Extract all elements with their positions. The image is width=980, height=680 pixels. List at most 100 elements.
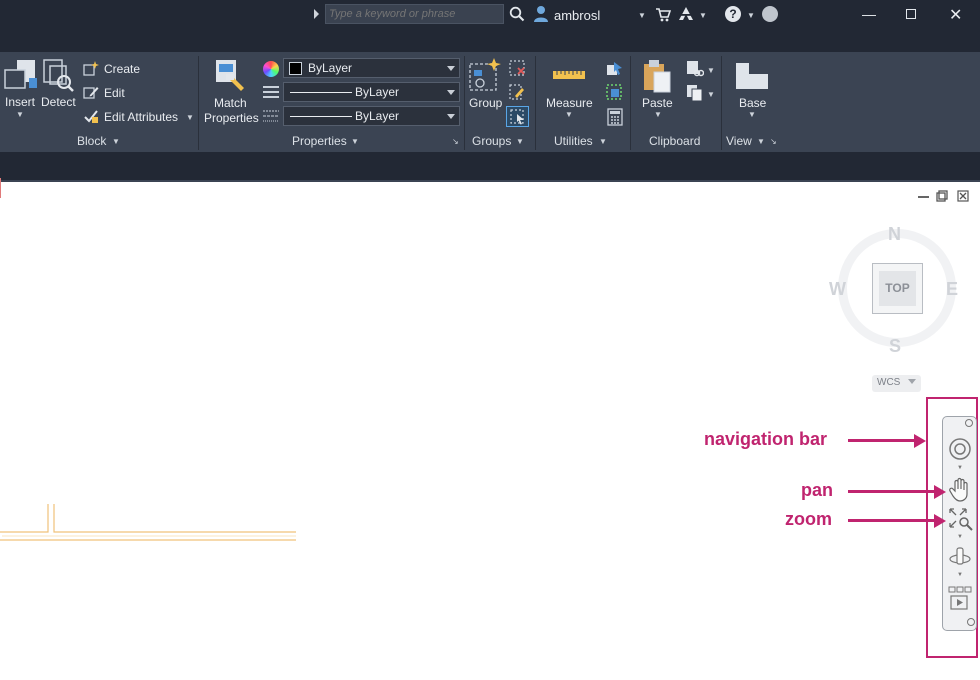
orbit-icon[interactable] [948, 545, 972, 569]
base-view-icon[interactable] [735, 62, 769, 90]
properties-panel-expand-icon[interactable]: ▼ [351, 137, 359, 146]
group-edit-icon[interactable] [509, 84, 525, 100]
linetype-select[interactable]: ByLayer [283, 82, 460, 102]
create-block-button[interactable]: Create [104, 62, 140, 76]
quick-select-icon[interactable] [606, 60, 624, 78]
clipboard-panel-title[interactable]: Clipboard [649, 134, 700, 148]
user-dropdown-icon[interactable]: ▼ [638, 11, 646, 20]
edit-block-icon [83, 87, 99, 99]
minimize-button[interactable]: — [862, 6, 876, 22]
detect-button[interactable]: Detect [41, 95, 76, 109]
group-button[interactable]: Group [469, 96, 502, 110]
help-dropdown-icon[interactable]: ▼ [747, 11, 755, 20]
view-panel-title[interactable]: View [726, 134, 752, 148]
color-swatch [289, 62, 302, 75]
block-panel-title[interactable]: Block [77, 134, 106, 148]
detect-icon[interactable] [42, 58, 74, 96]
edit-attributes-button[interactable]: Edit Attributes [104, 110, 178, 124]
compass-west[interactable]: W [829, 279, 846, 300]
compass-east[interactable]: E [946, 279, 958, 300]
app-icon[interactable] [762, 6, 778, 22]
search-icon[interactable] [509, 6, 525, 22]
base-dropdown-icon[interactable]: ▼ [748, 110, 756, 119]
panel-divider [721, 56, 722, 150]
measure-dropdown-icon[interactable]: ▼ [565, 110, 573, 119]
ungroup-icon[interactable] [509, 60, 525, 76]
group-selection-toggle[interactable] [506, 106, 529, 127]
close-button[interactable]: ✕ [949, 5, 962, 25]
navbar-customize-icon[interactable] [967, 618, 975, 626]
groups-panel-title[interactable]: Groups [472, 134, 511, 148]
canvas-border [0, 180, 980, 182]
match-properties-label-2[interactable]: Properties [204, 111, 259, 125]
color-select[interactable]: ByLayer [283, 58, 460, 78]
insert-dropdown-icon[interactable]: ▼ [16, 110, 24, 119]
copy-icon[interactable] [686, 84, 704, 102]
paste-button[interactable]: Paste [642, 96, 673, 110]
file-tab-bar [0, 152, 980, 180]
group-icon[interactable] [468, 58, 502, 94]
lineweight-select-value: ByLayer [355, 109, 400, 123]
pan-icon[interactable] [948, 477, 972, 503]
compass-south[interactable]: S [889, 336, 901, 357]
color-select-arrow-icon [447, 66, 455, 71]
viewport-close-icon[interactable] [957, 190, 969, 202]
navigation-bar[interactable]: ▼ ▼ ▼ [942, 416, 977, 631]
insert-block-icon[interactable] [3, 58, 37, 96]
lineweight-sample [290, 116, 352, 117]
annotation-arrow-navigation-bar [848, 439, 916, 442]
autodesk-dropdown-icon[interactable]: ▼ [699, 11, 707, 20]
navbar-close-icon[interactable] [965, 419, 973, 427]
help-icon[interactable]: ? [725, 6, 741, 22]
annotation-arrowhead-navigation-bar [914, 434, 926, 448]
base-button[interactable]: Base [739, 96, 766, 110]
insert-button[interactable]: Insert [5, 95, 35, 109]
copy-dropdown-icon[interactable]: ▼ [707, 90, 715, 99]
measure-icon[interactable] [553, 68, 585, 82]
lineweight-select[interactable]: ByLayer [283, 106, 460, 126]
wcs-label: WCS [877, 377, 901, 388]
select-all-icon[interactable] [606, 84, 624, 102]
compass-north[interactable]: N [888, 224, 901, 245]
view-panel-expand-icon[interactable]: ▼ [757, 137, 765, 146]
autodesk-icon[interactable] [678, 6, 694, 22]
viewport-restore-icon[interactable] [936, 190, 948, 202]
zoom-icon[interactable] [948, 507, 974, 531]
search-input[interactable] [325, 4, 504, 24]
lineweight-icon [263, 110, 279, 122]
paste-icon[interactable] [642, 58, 672, 94]
drawing-geometry[interactable] [0, 500, 300, 550]
zoom-dropdown-icon[interactable]: ▼ [957, 534, 963, 540]
annotation-arrow-pan [848, 490, 936, 493]
edit-attributes-dropdown-icon[interactable]: ▼ [186, 113, 194, 122]
edit-block-button[interactable]: Edit [104, 86, 125, 100]
user-icon[interactable] [533, 5, 549, 23]
showmotion-icon[interactable] [948, 585, 972, 611]
linetype-sample [290, 92, 352, 93]
utilities-panel-expand-icon[interactable]: ▼ [599, 137, 607, 146]
match-properties-label-1[interactable]: Match [214, 96, 247, 110]
cart-icon[interactable] [655, 7, 671, 22]
calculator-icon[interactable] [607, 108, 623, 126]
search-arrow-icon[interactable] [314, 9, 319, 19]
wcs-menu[interactable]: WCS [872, 375, 921, 392]
measure-button[interactable]: Measure [546, 96, 593, 110]
paste-dropdown-icon[interactable]: ▼ [654, 110, 662, 119]
cut-icon[interactable] [686, 60, 704, 78]
username[interactable]: ambrosl [554, 8, 600, 23]
cut-dropdown-icon[interactable]: ▼ [707, 66, 715, 75]
viewcube-top-face[interactable]: TOP [872, 263, 923, 314]
orbit-dropdown-icon[interactable]: ▼ [957, 572, 963, 578]
properties-panel-title[interactable]: Properties [292, 134, 347, 148]
steering-wheel-icon[interactable] [948, 437, 972, 461]
properties-dialog-launcher-icon[interactable]: ↘ [452, 137, 459, 146]
view-dialog-launcher-icon[interactable]: ↘ [770, 137, 777, 146]
steering-wheel-dropdown-icon[interactable]: ▼ [957, 465, 963, 471]
viewport-minimize-icon[interactable] [918, 189, 929, 198]
match-properties-icon[interactable] [214, 58, 248, 94]
groups-panel-expand-icon[interactable]: ▼ [516, 137, 524, 146]
restore-button[interactable] [906, 9, 916, 19]
edit-attributes-icon [84, 110, 98, 123]
block-panel-expand-icon[interactable]: ▼ [112, 137, 120, 146]
utilities-panel-title[interactable]: Utilities [554, 134, 593, 148]
